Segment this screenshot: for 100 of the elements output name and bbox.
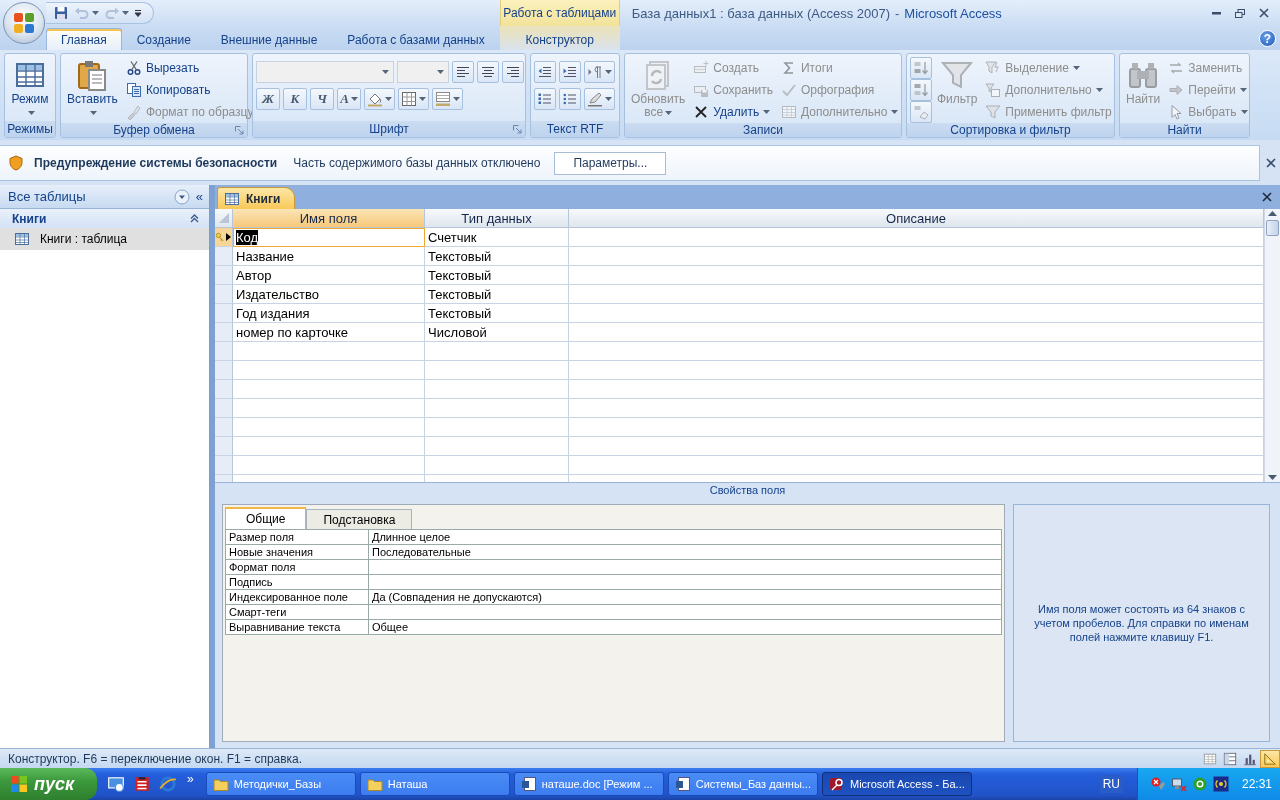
table-cell[interactable] (569, 247, 1264, 266)
table-cell[interactable] (425, 342, 569, 361)
scroll-thumb[interactable] (1266, 220, 1279, 236)
column-header[interactable]: Описание (569, 209, 1264, 228)
options-button[interactable]: Параметры... (554, 151, 667, 175)
toolbar-button[interactable] (559, 61, 581, 83)
table-cell[interactable] (569, 418, 1264, 437)
toolbar-button[interactable] (364, 88, 395, 110)
property-value[interactable]: Последовательные (369, 545, 1002, 560)
table-cell[interactable] (233, 418, 425, 437)
tab[interactable]: Общие (225, 507, 307, 529)
table-cell[interactable] (569, 456, 1264, 475)
table-cell[interactable]: номер по карточке (233, 323, 425, 342)
table-cell[interactable]: Код (233, 228, 425, 247)
table-cell[interactable] (233, 342, 425, 361)
more-button[interactable]: » (187, 772, 194, 786)
table-cell[interactable]: Автор (233, 266, 425, 285)
dialog-launcher-icon[interactable] (513, 124, 522, 134)
table-cell[interactable] (425, 418, 569, 437)
group-header[interactable]: Книги (0, 209, 209, 228)
format-button[interactable]: Ж (256, 88, 280, 110)
nav-item[interactable]: Книги : таблица (0, 228, 209, 250)
toolbar-button[interactable] (534, 61, 556, 83)
quick-launch-button[interactable] (133, 775, 151, 793)
taskbar-button[interactable]: наташе.doc [Режим ... (513, 772, 664, 796)
ribbon-button[interactable]: Вырезать (122, 57, 257, 79)
quick-launch-button[interactable] (107, 775, 125, 793)
table-cell[interactable] (569, 361, 1264, 380)
toolbar-button[interactable] (584, 61, 615, 83)
table-cell[interactable] (569, 228, 1264, 247)
table-cell[interactable] (569, 285, 1264, 304)
taskbar-button[interactable]: Методички_Базы (205, 772, 356, 796)
format-button[interactable]: К (283, 88, 307, 110)
property-value[interactable]: Общее (369, 620, 1002, 635)
table-cell[interactable] (233, 456, 425, 475)
table-cell[interactable] (425, 456, 569, 475)
ribbon-tab[interactable]: Работа с базами данных (332, 28, 500, 50)
ribbon-button[interactable]: Вставить (64, 57, 121, 121)
table-cell[interactable] (425, 380, 569, 399)
table-cell[interactable] (425, 361, 569, 380)
taskbar-button[interactable]: Наташа (359, 772, 510, 796)
toolbar-button[interactable] (534, 88, 556, 110)
table-cell[interactable]: Год издания (233, 304, 425, 323)
property-value[interactable] (369, 575, 1002, 590)
table-cell[interactable] (569, 342, 1264, 361)
office-button[interactable] (3, 2, 45, 44)
table-cell[interactable]: Текстовый (425, 247, 569, 266)
toolbar-button[interactable] (452, 61, 474, 83)
format-button[interactable]: Ч (310, 88, 334, 110)
table-cell[interactable] (425, 399, 569, 418)
language-indicator[interactable]: RU (1099, 775, 1123, 793)
toolbar-button[interactable] (584, 88, 615, 110)
ribbon-tab[interactable]: Создание (121, 28, 206, 50)
close-button[interactable] (1262, 192, 1272, 202)
table-cell[interactable] (233, 380, 425, 399)
dropdown-icon[interactable] (173, 188, 190, 205)
table-cell[interactable]: Числовой (425, 323, 569, 342)
toolbar-button[interactable] (559, 88, 581, 110)
table-cell[interactable] (569, 304, 1264, 323)
column-header[interactable]: Имя поля (233, 209, 425, 228)
start-button[interactable]: пуск (0, 768, 97, 800)
ribbon-tab[interactable]: Главная (46, 28, 122, 50)
table-cell[interactable] (425, 437, 569, 456)
document-tab[interactable]: Книги (217, 187, 296, 209)
table-cell[interactable] (569, 380, 1264, 399)
table-cell[interactable]: Название (233, 247, 425, 266)
table-cell[interactable] (569, 266, 1264, 285)
collapse-button[interactable]: « (193, 189, 205, 204)
taskbar-button[interactable]: Microsoft Access - Ба... (821, 772, 972, 796)
table-cell[interactable] (569, 323, 1264, 342)
table-cell[interactable] (233, 399, 425, 418)
ribbon-tab[interactable]: Внешние данные (205, 28, 333, 50)
ribbon-tab[interactable]: Конструктор (500, 28, 619, 50)
table-cell[interactable] (233, 361, 425, 380)
property-value[interactable] (369, 605, 1002, 620)
property-value[interactable]: Длинное целое (369, 530, 1002, 545)
ribbon-button[interactable]: Режим (8, 57, 52, 121)
scrollbar[interactable] (1264, 209, 1280, 482)
table-cell[interactable]: Счетчик (425, 228, 569, 247)
view-button[interactable] (1260, 749, 1280, 768)
table-cell[interactable]: Текстовый (425, 266, 569, 285)
dialog-launcher-icon[interactable] (235, 125, 244, 135)
row-selector[interactable] (215, 228, 233, 247)
format-button[interactable]: А (337, 88, 361, 110)
ribbon-button[interactable]: Удалить (690, 101, 776, 123)
tab[interactable]: Подстановка (306, 509, 413, 529)
table-cell[interactable] (233, 437, 425, 456)
table-cell[interactable]: Издательство (233, 285, 425, 304)
toolbar-button[interactable] (477, 61, 499, 83)
customize-button[interactable] (133, 8, 143, 18)
table-cell[interactable]: Текстовый (425, 304, 569, 323)
property-value[interactable]: Да (Совпадения не допускаются) (369, 590, 1002, 605)
table-cell[interactable] (569, 399, 1264, 418)
property-value[interactable] (369, 560, 1002, 575)
toolbar-button[interactable] (398, 88, 429, 110)
table-cell[interactable]: Текстовый (425, 285, 569, 304)
taskbar-button[interactable]: Системы_Баз данны... (667, 772, 818, 796)
toolbar-button[interactable] (502, 61, 524, 83)
toolbar-button[interactable] (52, 4, 70, 22)
table-cell[interactable] (569, 437, 1264, 456)
